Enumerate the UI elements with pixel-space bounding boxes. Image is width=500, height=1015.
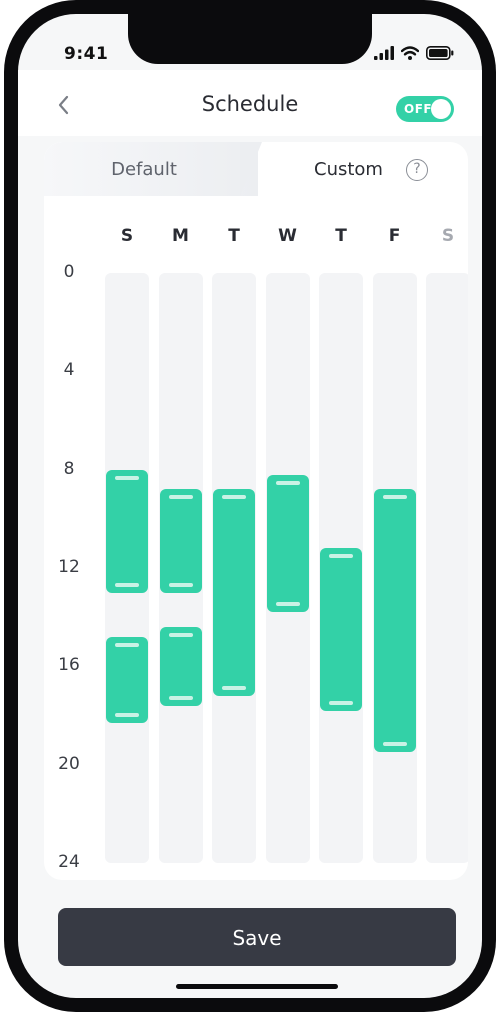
day-label: W: [278, 226, 297, 246]
block-start-handle[interactable]: [168, 495, 193, 500]
block-end-handle[interactable]: [382, 742, 407, 747]
hour-label: 24: [58, 852, 80, 872]
schedule-block[interactable]: [213, 489, 255, 696]
hour-label: 12: [58, 557, 80, 577]
tab-custom[interactable]: Custom: [314, 159, 383, 180]
schedule-card: Default Custom ? S M T W T F S 0 4 8 12 16 20 24: [44, 142, 468, 880]
day-column[interactable]: [319, 273, 363, 863]
schedule-block[interactable]: [159, 489, 202, 593]
schedule-block[interactable]: [106, 469, 148, 593]
toggle-knob: [431, 99, 451, 119]
tab-default-label[interactable]: Default: [44, 159, 244, 180]
day-label: T: [335, 226, 347, 246]
block-end-handle[interactable]: [115, 582, 139, 587]
block-start-handle[interactable]: [222, 495, 246, 500]
day-column[interactable]: [212, 273, 256, 863]
day-column[interactable]: [372, 273, 417, 863]
day-label: S: [441, 226, 455, 246]
day-column[interactable]: [265, 273, 310, 863]
hour-label: 0: [63, 262, 75, 282]
schedule-block[interactable]: [106, 636, 148, 723]
signal-icon: [374, 46, 394, 60]
day-label: M: [172, 226, 189, 246]
status-icons: [374, 44, 454, 62]
day-label: S: [120, 226, 134, 246]
wifi-icon: [401, 46, 419, 60]
screen: 9:41 Schedule OFF Default Custom ? S M T…: [18, 14, 482, 998]
block-start-handle[interactable]: [275, 480, 300, 485]
status-time: 9:41: [64, 44, 109, 64]
block-end-handle[interactable]: [168, 695, 193, 700]
block-end-handle[interactable]: [115, 712, 139, 717]
schedule-block[interactable]: [373, 489, 416, 753]
schedule-block[interactable]: [266, 474, 309, 613]
day-column[interactable]: [105, 273, 149, 863]
block-start-handle[interactable]: [115, 642, 139, 647]
schedule-block[interactable]: [320, 548, 362, 711]
hour-label: 20: [58, 753, 80, 774]
block-start-handle[interactable]: [168, 633, 193, 637]
block-end-handle[interactable]: [275, 602, 300, 607]
day-label: T: [228, 226, 240, 246]
day-label: F: [388, 226, 401, 246]
block-end-handle[interactable]: [222, 685, 246, 690]
hour-label: 16: [58, 655, 80, 676]
hour-label: 8: [63, 458, 75, 479]
schedule-toggle[interactable]: OFF: [396, 96, 454, 122]
block-start-handle[interactable]: [329, 554, 353, 559]
block-start-handle[interactable]: [115, 475, 139, 480]
block-end-handle[interactable]: [168, 582, 193, 587]
battery-icon: [426, 46, 454, 60]
schedule-block[interactable]: [159, 627, 202, 706]
phone-frame: 9:41 Schedule OFF Default Custom ? S M T…: [4, 0, 496, 1012]
day-column[interactable]: [426, 273, 468, 863]
notch: [128, 14, 372, 64]
header: Schedule OFF: [18, 70, 482, 136]
help-icon[interactable]: ?: [406, 159, 428, 181]
toggle-label: OFF: [404, 102, 433, 116]
home-indicator: [176, 984, 338, 989]
block-end-handle[interactable]: [329, 700, 353, 705]
hour-label: 4: [63, 360, 75, 381]
save-button[interactable]: Save: [58, 908, 456, 966]
block-start-handle[interactable]: [382, 495, 407, 500]
day-column[interactable]: [158, 273, 203, 863]
